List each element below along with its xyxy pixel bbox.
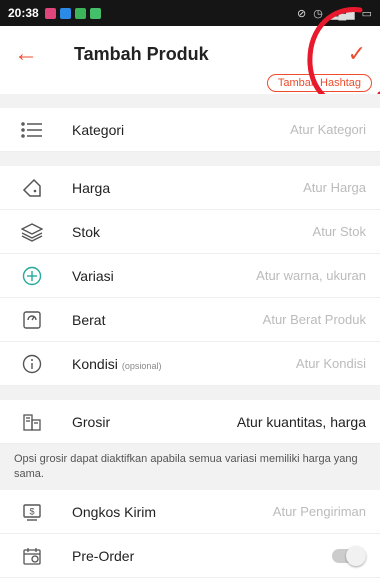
signal-icon: ▂▄▆ — [329, 7, 355, 20]
grosir-note: Opsi grosir dapat diaktifkan apabila sem… — [0, 444, 380, 490]
berat-value: Atur Berat Produk — [262, 312, 366, 327]
row-variasi[interactable]: Variasi Atur warna, ukuran — [0, 254, 380, 298]
section-divider — [0, 386, 380, 400]
grosir-label: Grosir — [72, 413, 111, 430]
status-indicators: ⊘ ◷ ▂▄▆ ▭ — [297, 7, 372, 20]
ongkir-label: Ongkos Kirim — [72, 503, 157, 520]
section-divider — [0, 94, 380, 108]
row-kategori[interactable]: Kategori Atur Kategori — [0, 108, 380, 152]
product-form-list: Kategori Atur Kategori Harga Atur Harga … — [0, 94, 380, 578]
row-pre-order: Pre-Order — [0, 534, 380, 578]
plus-circle-icon — [20, 264, 44, 288]
shipping-money-icon: $ — [20, 500, 44, 524]
status-bar: 20:38 ⊘ ◷ ▂▄▆ ▭ — [0, 0, 380, 26]
notification-icon — [89, 7, 101, 19]
harga-value: Atur Harga — [303, 180, 366, 195]
stack-layers-icon — [20, 220, 44, 244]
alarm-icon: ◷ — [313, 7, 323, 20]
kondisi-value: Atur Kondisi — [295, 356, 366, 371]
kategori-value: Atur Kategori — [290, 122, 366, 137]
stok-label: Stok — [72, 223, 101, 240]
list-icon — [20, 118, 44, 142]
row-harga[interactable]: Harga Atur Harga — [0, 166, 380, 210]
stok-value: Atur Stok — [312, 224, 366, 239]
hashtag-strip: Tambah Hashtag — [0, 70, 380, 94]
confirm-check-icon[interactable]: ✓ — [348, 41, 366, 67]
kondisi-text: Kondisi — [72, 355, 118, 372]
scale-icon — [20, 308, 44, 332]
variasi-label: Variasi — [72, 267, 114, 284]
page-title: Tambah Produk — [74, 43, 209, 64]
mute-icon: ⊘ — [297, 7, 307, 20]
calendar-clock-icon — [20, 544, 44, 568]
info-icon — [20, 352, 44, 376]
add-hashtag-button[interactable]: Tambah Hashtag — [266, 74, 372, 92]
row-stok[interactable]: Stok Atur Stok — [0, 210, 380, 254]
berat-label: Berat — [72, 311, 106, 328]
variasi-value: Atur warna, ukuran — [256, 268, 366, 283]
preorder-label: Pre-Order — [72, 547, 135, 564]
notification-icon — [44, 7, 56, 19]
toggle-knob — [346, 545, 366, 566]
row-kondisi[interactable]: Kondisi (opsional) Atur Kondisi — [0, 342, 380, 386]
wholesale-building-icon — [20, 410, 44, 434]
price-tag-icon — [20, 176, 44, 200]
harga-label: Harga — [72, 179, 111, 196]
row-grosir[interactable]: Grosir Atur kuantitas, harga — [0, 400, 380, 444]
status-time: 20:38 — [8, 6, 39, 20]
kategori-label: Kategori — [72, 121, 125, 138]
svg-text:$: $ — [29, 506, 34, 516]
ongkir-value: Atur Pengiriman — [272, 504, 366, 519]
row-berat[interactable]: Berat Atur Berat Produk — [0, 298, 380, 342]
kondisi-label: Kondisi (opsional) — [72, 356, 161, 372]
kondisi-optional: (opsional) — [121, 360, 162, 371]
preorder-toggle[interactable] — [332, 545, 366, 566]
battery-icon: ▭ — [361, 7, 372, 20]
notification-icon — [74, 7, 86, 19]
back-arrow-icon[interactable]: ← — [14, 42, 54, 66]
notification-icon — [59, 7, 71, 19]
row-ongkos-kirim[interactable]: $ Ongkos Kirim Atur Pengiriman — [0, 490, 380, 534]
grosir-value: Atur kuantitas, harga — [236, 413, 366, 430]
section-divider — [0, 152, 380, 166]
